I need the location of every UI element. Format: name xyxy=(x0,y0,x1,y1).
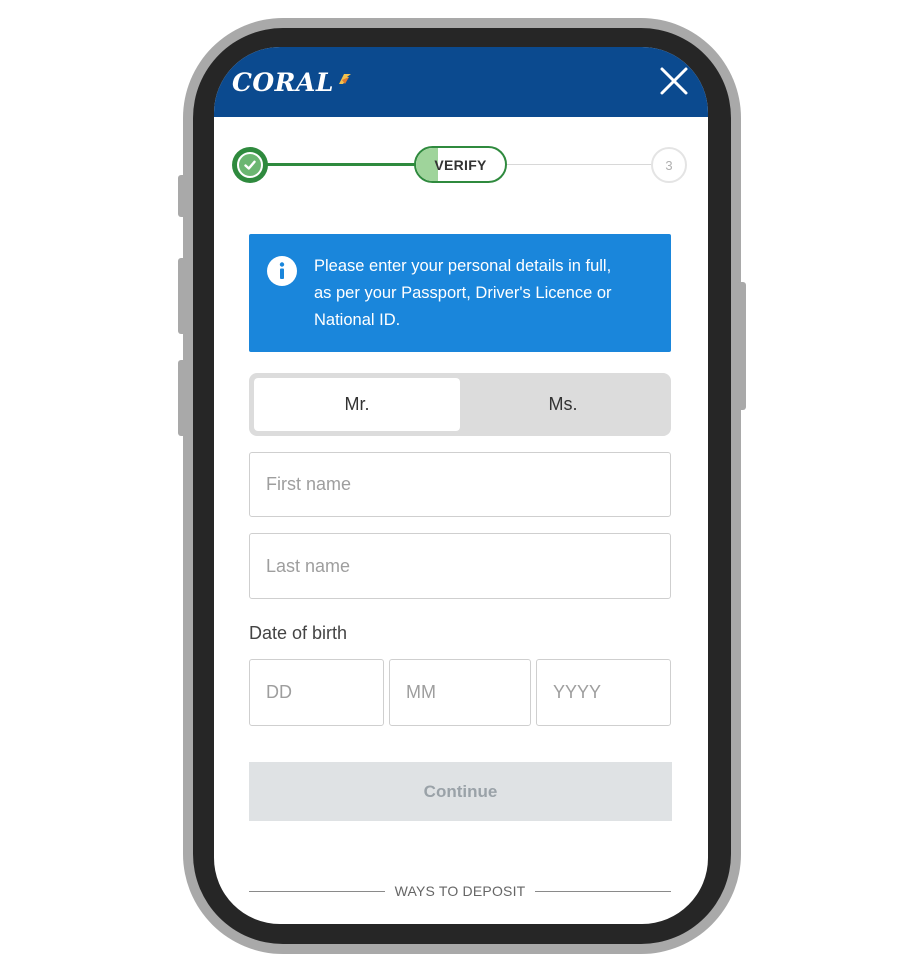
coral-logo: CORAL xyxy=(232,65,352,99)
step-3-label: 3 xyxy=(665,157,673,173)
check-icon xyxy=(244,160,256,170)
phone-screen: CORAL VERIFY 3 Please enter your persona… xyxy=(214,47,708,924)
step-2-label: VERIFY xyxy=(434,156,487,173)
ways-to-deposit-divider: WAYS TO DEPOSIT xyxy=(249,881,671,901)
divider-line-right xyxy=(535,890,671,892)
date-of-birth-label: Date of birth xyxy=(249,623,348,643)
info-banner: Please enter your personal details in fu… xyxy=(249,234,671,352)
step-2-verify: VERIFY xyxy=(414,146,507,183)
phone-volume-up-button xyxy=(178,258,188,334)
info-icon xyxy=(267,256,297,286)
phone-power-button xyxy=(736,282,746,410)
stepper-line-pending xyxy=(506,164,652,165)
dob-year-input[interactable] xyxy=(536,659,671,726)
stepper-line-complete xyxy=(264,163,416,166)
step-1-complete xyxy=(232,147,268,183)
phone-volume-down-button xyxy=(178,360,188,436)
dob-month-input[interactable] xyxy=(389,659,531,726)
logo-flag-icon xyxy=(338,74,351,84)
title-toggle: Mr. Ms. xyxy=(249,373,671,436)
continue-button[interactable]: Continue xyxy=(249,762,672,821)
info-message-line-1: Please enter your personal details in fu… xyxy=(314,257,612,275)
info-message-line-3: National ID. xyxy=(314,311,401,329)
divider-line-left xyxy=(249,890,385,892)
close-button[interactable] xyxy=(658,65,690,97)
first-name-input[interactable] xyxy=(249,452,671,517)
step-3-pending: 3 xyxy=(651,147,687,183)
last-name-input[interactable] xyxy=(249,533,671,599)
ways-to-deposit-label[interactable]: WAYS TO DEPOSIT xyxy=(385,883,536,899)
app-header: CORAL xyxy=(214,47,708,117)
logo-text: CORAL xyxy=(232,67,334,97)
registration-stepper: VERIFY 3 xyxy=(214,117,708,217)
dob-day-input[interactable] xyxy=(249,659,384,726)
title-option-mr[interactable]: Mr. xyxy=(254,378,460,431)
close-icon xyxy=(660,67,688,95)
info-message-line-2: as per your Passport, Driver's Licence o… xyxy=(314,284,612,302)
phone-mute-switch xyxy=(178,175,188,217)
title-option-ms[interactable]: Ms. xyxy=(460,378,666,431)
